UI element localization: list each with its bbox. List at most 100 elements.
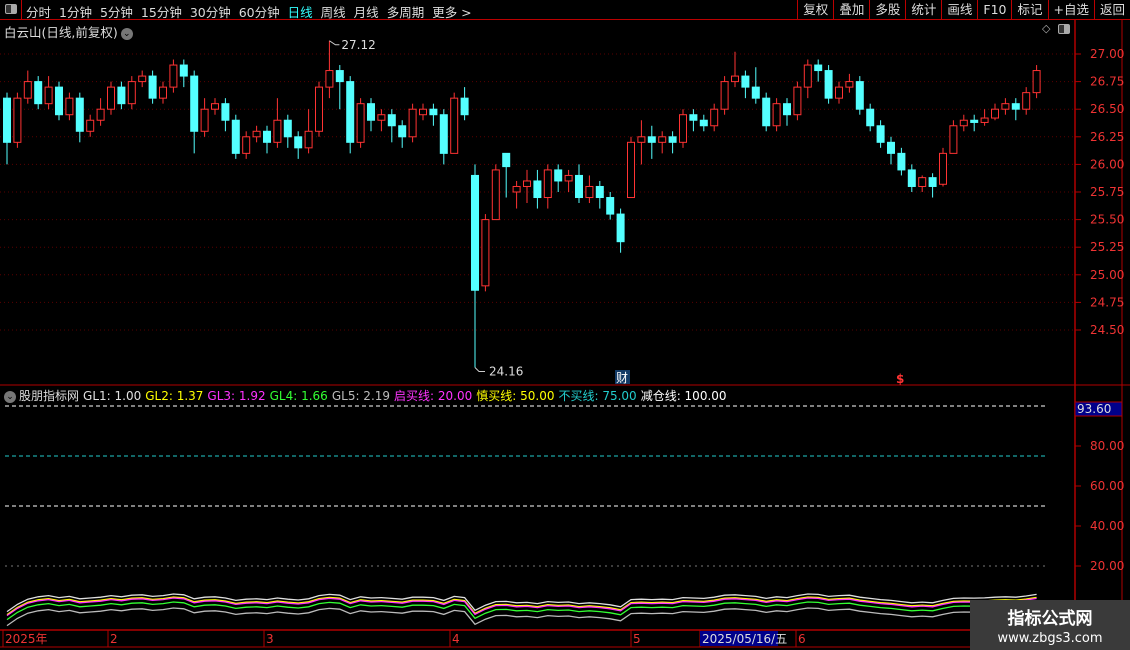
candle xyxy=(627,136,635,199)
candle xyxy=(55,81,63,121)
candle xyxy=(783,98,791,126)
candle xyxy=(179,59,188,88)
candle xyxy=(876,120,885,148)
candle xyxy=(471,164,479,368)
price-label: 24.75 xyxy=(1090,295,1124,309)
candle xyxy=(252,125,261,143)
candle xyxy=(814,59,823,82)
candle xyxy=(169,59,178,93)
candle xyxy=(793,81,802,121)
candle xyxy=(23,70,32,104)
candle xyxy=(533,169,542,209)
candle xyxy=(741,70,750,99)
candle xyxy=(710,103,719,132)
candle xyxy=(554,164,563,192)
price-label: 26.25 xyxy=(1090,130,1124,144)
indicator-axis-label: 40.00 xyxy=(1090,519,1124,533)
candle xyxy=(367,98,375,132)
indicator-value: GL1: 1.00 xyxy=(83,389,142,403)
indicator-value: GL2: 1.37 xyxy=(145,389,204,403)
candle xyxy=(159,81,167,104)
candle xyxy=(283,114,292,148)
candle xyxy=(419,103,427,121)
candle xyxy=(117,81,126,110)
indicator-value: 减仓线: 100.00 xyxy=(640,389,727,403)
candle xyxy=(356,98,365,148)
date-label: 5 xyxy=(633,632,641,646)
candle xyxy=(616,208,625,253)
candle xyxy=(720,76,729,115)
candle xyxy=(658,131,667,154)
candle xyxy=(346,76,355,154)
candle xyxy=(3,92,11,165)
candle xyxy=(918,175,927,192)
candle xyxy=(731,51,739,88)
candle xyxy=(1011,98,1020,121)
candle xyxy=(273,98,282,148)
candle xyxy=(939,147,947,187)
price-label: 24.50 xyxy=(1090,323,1124,337)
indicator-value: GL5: 2.19 xyxy=(331,389,391,403)
candle xyxy=(242,131,251,159)
candle xyxy=(325,40,334,99)
date-label: 4 xyxy=(452,632,460,646)
candle xyxy=(564,169,573,192)
watermark-url: www.zbgs3.com xyxy=(997,631,1103,646)
indicator-axis-label: 60.00 xyxy=(1090,479,1124,493)
candle xyxy=(543,164,552,209)
candle xyxy=(13,92,22,148)
date-label: 6 xyxy=(798,632,806,646)
watermark: 指标公式网 www.zbgs3.com xyxy=(970,600,1130,650)
candle xyxy=(148,70,157,104)
candle xyxy=(523,169,531,204)
low-label: 24.16 xyxy=(489,365,523,379)
indicator-name[interactable]: 股朋指标网 xyxy=(19,389,79,403)
candle xyxy=(75,92,84,143)
candle xyxy=(928,173,937,198)
candle xyxy=(127,76,136,110)
candle xyxy=(845,73,854,93)
chevron-down-icon[interactable]: ⌄ xyxy=(4,390,16,403)
indicator-value: GL3: 1.92 xyxy=(207,389,266,403)
candle xyxy=(294,131,303,159)
candle xyxy=(762,92,771,132)
candle xyxy=(959,114,968,132)
candle xyxy=(991,103,999,121)
candle xyxy=(887,136,895,165)
candle xyxy=(595,180,604,209)
candle xyxy=(408,103,417,143)
candle xyxy=(107,81,115,115)
dollar-marker[interactable]: $ xyxy=(896,372,904,386)
price-label: 27.00 xyxy=(1090,47,1124,61)
candle xyxy=(211,98,219,115)
candle xyxy=(751,67,760,104)
candle xyxy=(34,76,43,110)
candle xyxy=(907,164,916,192)
candle xyxy=(377,109,386,132)
candle xyxy=(481,214,490,292)
candle xyxy=(575,164,583,204)
candle xyxy=(897,147,906,176)
indicator-value: 慎买线: 50.00 xyxy=(476,389,555,403)
candle xyxy=(970,114,979,132)
indicator-value: 启买线: 20.00 xyxy=(394,389,473,403)
candle xyxy=(44,76,53,110)
price-label: 26.50 xyxy=(1090,102,1124,116)
low-pointer xyxy=(474,367,485,373)
price-label: 25.50 xyxy=(1090,213,1124,227)
high-pointer xyxy=(329,40,340,46)
candle xyxy=(689,109,698,132)
candle xyxy=(231,114,240,159)
candlestick-chart[interactable]: 27.00 26.75 26.50 26.25 26.00 25.75 25.50 25.25… xyxy=(0,0,1130,650)
indicator-value: 不买线: 75.00 xyxy=(558,389,637,403)
candle xyxy=(585,175,594,204)
candle xyxy=(1032,65,1041,99)
candle xyxy=(772,98,781,132)
candle xyxy=(304,109,313,154)
candle xyxy=(86,114,95,137)
candle xyxy=(65,92,74,121)
candle xyxy=(1022,87,1031,115)
candle xyxy=(138,70,147,88)
price-label: 26.00 xyxy=(1090,157,1124,171)
candle xyxy=(460,87,469,121)
